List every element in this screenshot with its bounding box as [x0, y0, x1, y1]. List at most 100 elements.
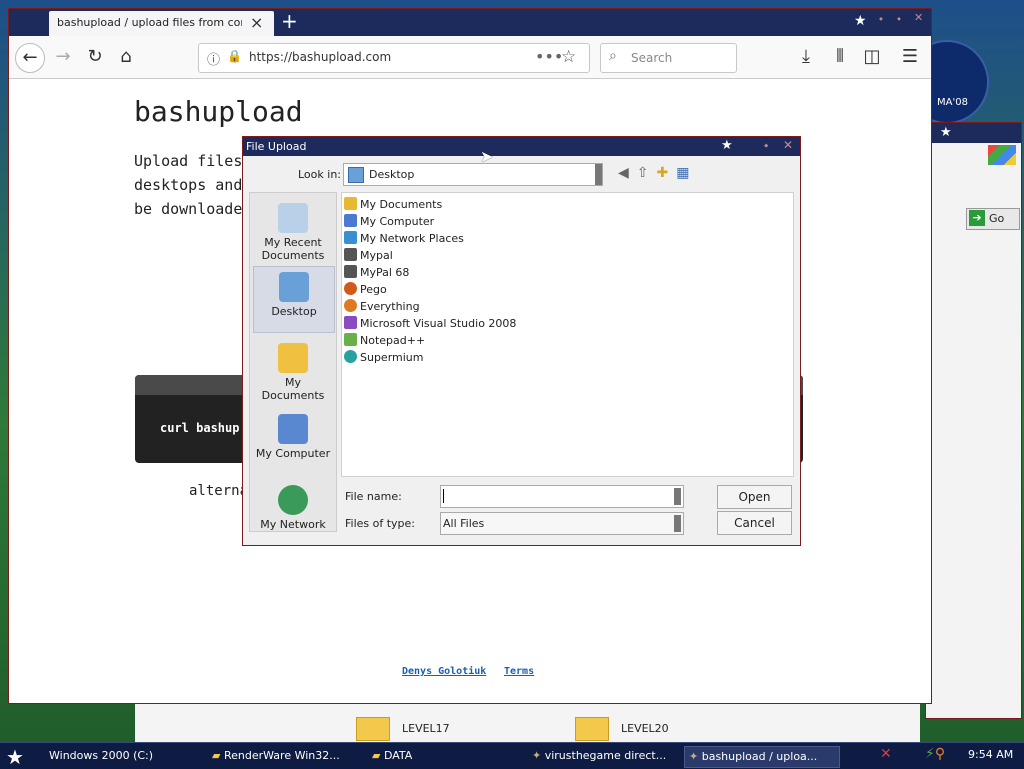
file-name: Supermium — [360, 351, 424, 364]
sidebar-icon[interactable]: ◫ — [858, 43, 886, 71]
home-button[interactable]: ⌂ — [112, 43, 140, 71]
back-button[interactable]: ← — [15, 43, 45, 73]
place-label: My Recent Documents — [261, 236, 325, 262]
list-item[interactable]: MyPal 68 — [344, 264, 409, 281]
close-window-icon[interactable]: ✕ — [914, 11, 923, 24]
file-name: My Documents — [360, 198, 443, 211]
list-item[interactable]: Pego — [344, 281, 387, 298]
minimize-icon[interactable]: ⬩ — [879, 12, 883, 26]
everything-icon — [344, 299, 357, 312]
open-button[interactable]: Open — [717, 485, 792, 509]
task-data[interactable]: ▰ DATA — [368, 746, 522, 766]
list-item[interactable]: Microsoft Visual Studio 2008 — [344, 315, 516, 332]
place-my-network[interactable]: My Network — [253, 480, 333, 545]
explorer-window[interactable] — [135, 700, 920, 743]
files-of-type-select[interactable]: All Files — [440, 512, 684, 535]
new-folder-icon[interactable]: ✚ — [657, 165, 677, 181]
computer-icon — [344, 214, 357, 227]
places-bar: My Recent Documents Desktop My Documents… — [249, 192, 337, 532]
list-item[interactable]: Mypal — [344, 247, 393, 264]
list-item[interactable]: My Computer — [344, 213, 434, 230]
file-name: MyPal 68 — [360, 266, 410, 279]
chevron-down-icon[interactable] — [674, 515, 681, 532]
task-virusthegame[interactable]: ✦ virusthegame direct... — [528, 746, 680, 766]
menu-icon[interactable]: ☰ — [896, 43, 924, 71]
folder-label: LEVEL17 — [402, 722, 450, 735]
file-name: Mypal — [360, 249, 393, 262]
list-item[interactable]: My Network Places — [344, 230, 464, 247]
page-actions-icon[interactable]: ••• — [535, 47, 563, 66]
folder-level17[interactable]: LEVEL17 — [356, 716, 450, 742]
task-label: Windows 2000 (C:) — [49, 749, 154, 762]
folder-label: LEVEL20 — [621, 722, 669, 735]
tab-bashupload[interactable]: bashupload / upload files from command l… — [49, 11, 274, 36]
recent-documents-icon — [278, 203, 308, 233]
search-icon: ⌕ — [609, 48, 617, 64]
tray-close-icon[interactable]: ✕ — [880, 746, 892, 762]
reload-button[interactable]: ↻ — [81, 43, 109, 71]
author-link[interactable]: Denys Golotiuk — [402, 666, 486, 677]
chevron-down-icon[interactable] — [595, 164, 602, 185]
task-windows-2000[interactable]: Windows 2000 (C:) — [45, 746, 199, 766]
cancel-button[interactable]: Cancel — [717, 511, 792, 535]
curl-command: curl bashupload.com -T your_file.txt — [160, 421, 240, 435]
view-menu-icon[interactable]: ▦ — [676, 165, 697, 181]
back-icon[interactable]: ◀ — [618, 165, 637, 181]
file-name: Notepad++ — [360, 334, 426, 347]
background-window-titlebar[interactable]: ★ — [926, 123, 1021, 143]
task-renderware[interactable]: ▰ RenderWare Win32... — [208, 746, 362, 766]
bookmark-star-icon[interactable]: ☆ — [561, 47, 576, 67]
search-input[interactable]: ⌕ Search — [600, 43, 737, 73]
notepad-icon — [344, 333, 357, 346]
list-item[interactable]: Supermium — [344, 349, 424, 366]
my-network-icon — [278, 485, 308, 515]
close-tab-icon[interactable]: × — [250, 13, 263, 32]
dialog-titlebar[interactable]: File Upload ★ ⬩ ✕ — [243, 137, 800, 156]
file-name: Everything — [360, 300, 420, 313]
star-icon: ★ — [721, 138, 733, 153]
forward-button[interactable]: → — [49, 43, 77, 71]
background-window[interactable]: ★ ➔ Go — [925, 122, 1022, 719]
file-name-input[interactable] — [440, 485, 684, 508]
search-tray-icon[interactable]: ⚲ — [935, 746, 945, 762]
desktop-icon — [348, 167, 364, 183]
tab-title: bashupload / upload files from command l… — [57, 16, 242, 29]
url-bar[interactable]: ⓘ 🔒 https://bashupload.com ••• ☆ — [198, 43, 590, 73]
downloads-icon[interactable]: ⤓ — [792, 43, 820, 71]
list-item[interactable]: Everything — [344, 298, 420, 315]
my-computer-icon — [278, 414, 308, 444]
lock-icon: 🔒 — [227, 49, 242, 63]
file-list[interactable]: My Documents My Computer My Network Plac… — [341, 192, 794, 477]
search-placeholder: Search — [631, 51, 673, 65]
place-recent-documents[interactable]: My Recent Documents — [253, 198, 333, 263]
help-icon[interactable]: ⬩ — [764, 138, 768, 153]
clock[interactable]: 9:54 AM — [968, 748, 1013, 761]
go-button[interactable]: ➔ Go — [966, 208, 1020, 230]
folder-icon — [356, 717, 390, 741]
terms-link[interactable]: Terms — [504, 666, 534, 677]
start-button[interactable]: ★ — [6, 745, 24, 769]
new-tab-button[interactable]: + — [281, 9, 298, 33]
windows-logo-icon — [988, 145, 1016, 165]
look-in-select[interactable]: Desktop — [343, 163, 603, 186]
url-text[interactable]: https://bashupload.com — [249, 50, 391, 64]
list-item[interactable]: Notepad++ — [344, 332, 425, 349]
place-my-computer[interactable]: My Computer — [253, 409, 333, 474]
task-label: RenderWare Win32... — [223, 749, 340, 762]
up-folder-icon[interactable]: ⇧ — [637, 165, 657, 181]
network-tray-icon[interactable]: ⚡ — [925, 746, 935, 762]
library-icon[interactable]: ⫴ — [826, 43, 854, 71]
place-my-documents[interactable]: My Documents — [253, 338, 333, 403]
look-in-value: Desktop — [369, 168, 415, 181]
file-name-label: File name: — [345, 490, 402, 503]
folder-icon: ▰ — [212, 749, 224, 762]
place-desktop[interactable]: Desktop — [253, 266, 335, 333]
folder-level20[interactable]: LEVEL20 — [575, 716, 669, 742]
task-bashupload[interactable]: ✦ bashupload / uploa... — [684, 746, 840, 768]
shortcut-icon — [344, 248, 357, 261]
close-dialog-icon[interactable]: ✕ — [783, 138, 793, 152]
list-item[interactable]: My Documents — [344, 196, 442, 213]
info-icon[interactable]: ⓘ — [207, 49, 220, 68]
chevron-down-icon[interactable] — [674, 488, 681, 505]
maximize-icon[interactable]: ⬩ — [897, 12, 901, 26]
